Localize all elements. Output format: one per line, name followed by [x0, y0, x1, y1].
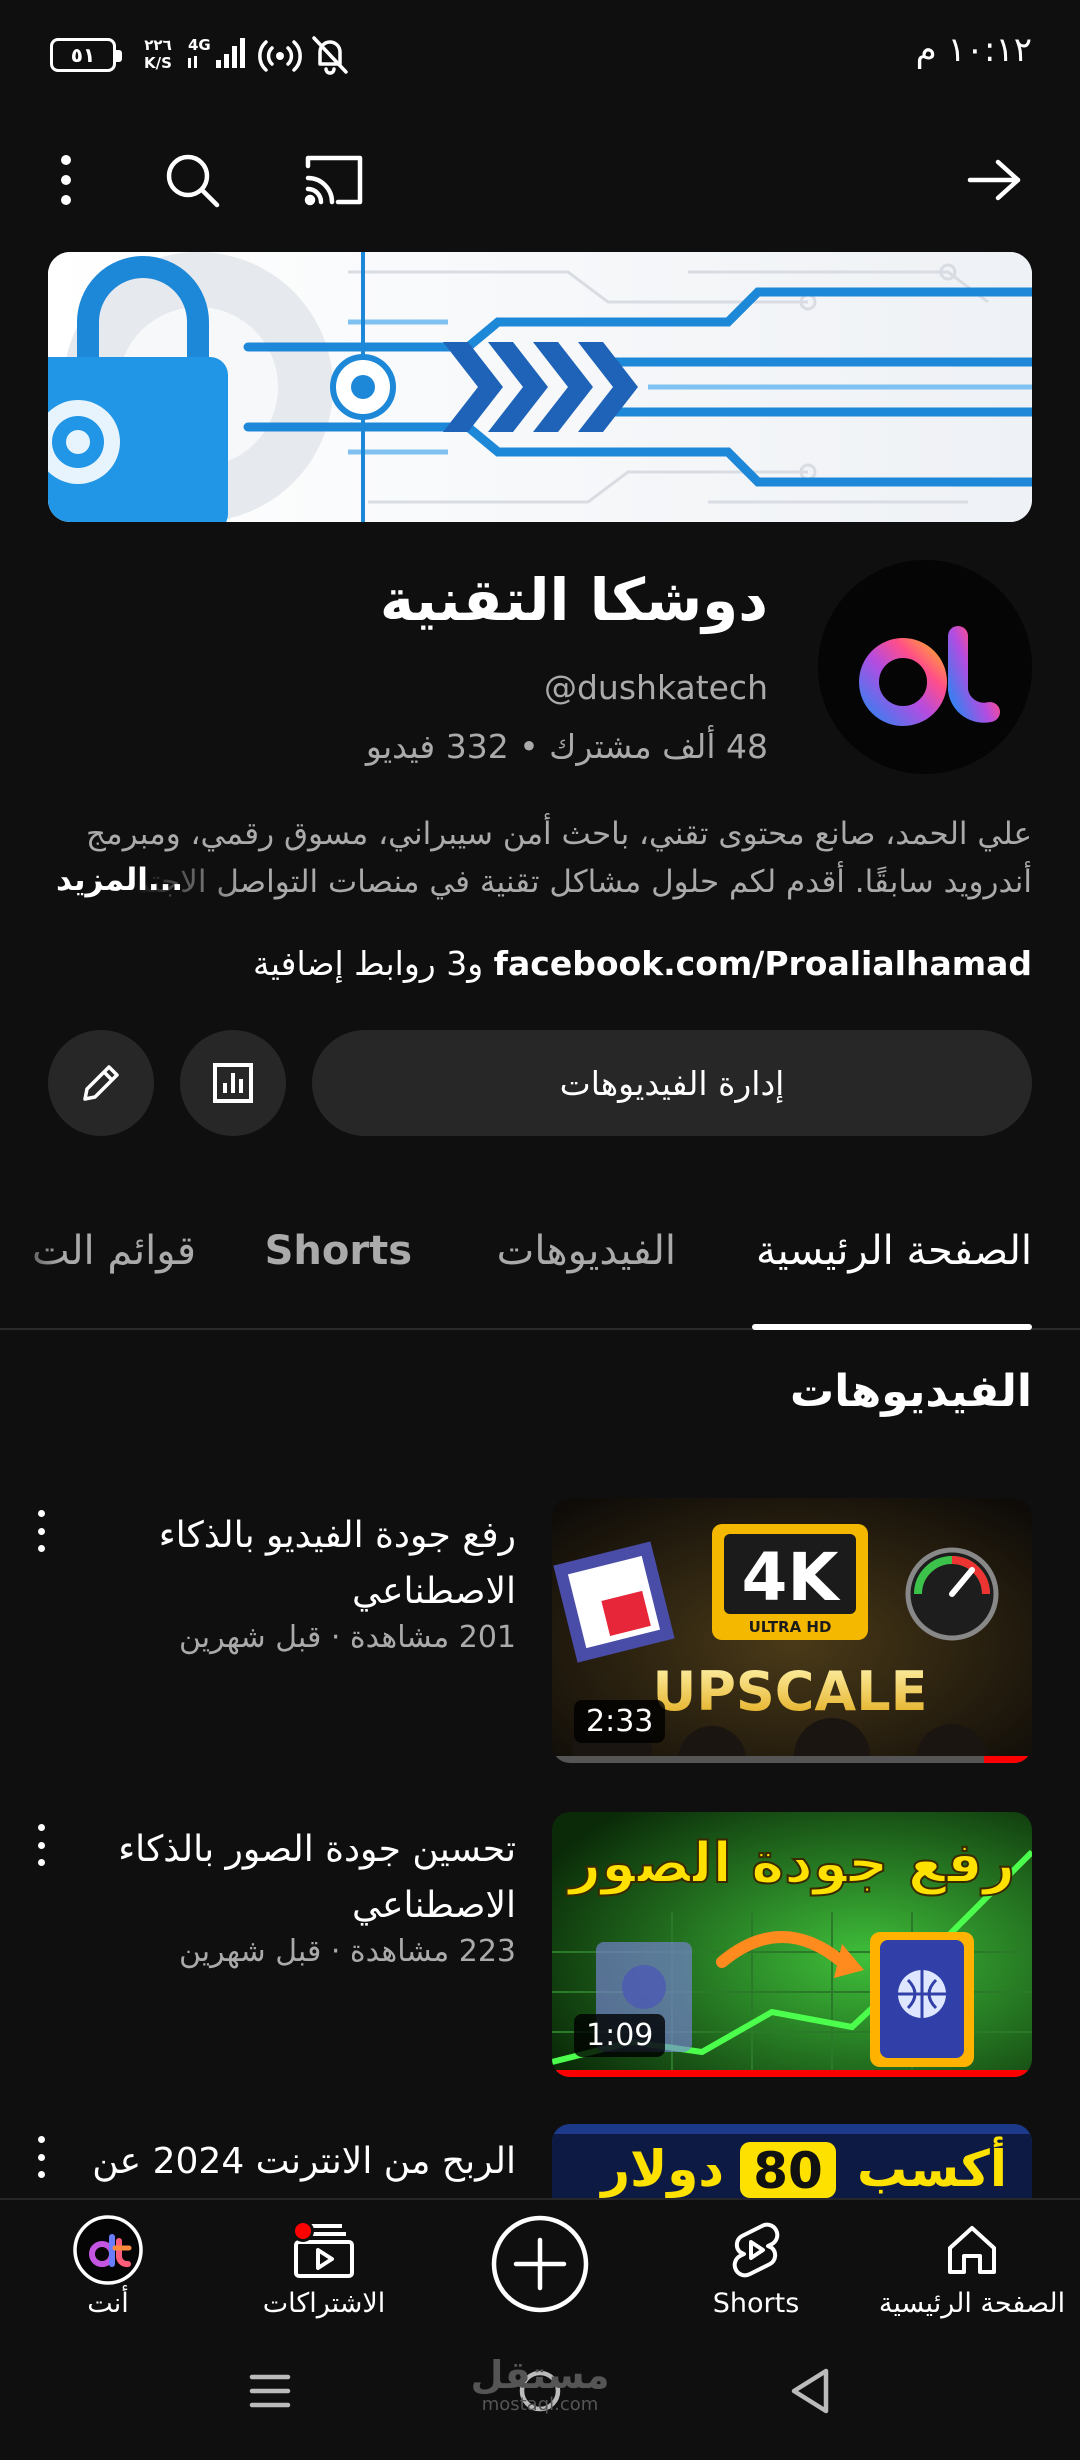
channel-avatar[interactable] — [818, 560, 1032, 774]
video-menu-icon[interactable] — [26, 1820, 56, 1870]
nav-create[interactable] — [440, 2214, 640, 2314]
thumb-text-title: رفع جودة الصور — [566, 1831, 1015, 1896]
top-app-bar — [0, 130, 1080, 230]
video-duration: 2:33 — [574, 1700, 666, 1743]
back-triangle-icon[interactable] — [788, 2365, 832, 2421]
nav-home[interactable]: الصفحة الرئيسية — [872, 2218, 1072, 2319]
watch-progress — [552, 1756, 1032, 1763]
shorts-icon — [732, 2222, 780, 2278]
thumb-text-a: أكسب — [857, 2136, 1007, 2198]
nav-you-label: أنت — [87, 2288, 129, 2319]
system-navigation: مستقل mostaql.com — [0, 2333, 1080, 2460]
watch-progress-fill — [984, 1756, 1032, 1763]
nav-you[interactable]: أنت — [8, 2215, 208, 2319]
video-menu-icon[interactable] — [26, 2132, 56, 2182]
analytics-button[interactable] — [180, 1030, 286, 1136]
channel-links[interactable]: facebook.com/Proalialhamad و3 روابط إضاف… — [253, 944, 1032, 983]
video-item[interactable]: رفع جودة الصور 1:09 تحسين جودة الصور بال… — [0, 1812, 1080, 2082]
video-thumbnail[interactable]: رفع جودة الصور 1:09 — [552, 1812, 1032, 2077]
thumb-text-ultrahd: ULTRA HD — [749, 1618, 832, 1636]
video-menu-icon[interactable] — [26, 1506, 56, 1556]
create-plus-icon — [491, 2215, 589, 2313]
video-thumbnail[interactable]: أكسب 80 دولار — [552, 2124, 1032, 2198]
video-meta: 201 مشاهدة · قبل شهرين — [178, 1620, 516, 1655]
network-speed: ٢٢٦ K/S — [144, 36, 172, 72]
nav-shorts[interactable]: Shorts — [656, 2218, 856, 2319]
tab-home[interactable]: الصفحة الرئيسية — [756, 1228, 1032, 1274]
more-vert-icon[interactable] — [34, 148, 98, 212]
more-link[interactable]: ...المزيد — [48, 856, 244, 904]
recents-icon[interactable] — [248, 2369, 292, 2417]
nav-subscriptions-label: الاشتراكات — [262, 2288, 386, 2319]
video-item[interactable]: 4K ULTRA HD UPSCALE 2:33 رفع جودة الفيدي… — [0, 1498, 1080, 1768]
active-tab-indicator — [752, 1324, 1032, 1330]
cast-icon[interactable] — [302, 148, 366, 212]
status-bar: ٥١ ٢٢٦ K/S 4G ١٠:١٢ م — [0, 0, 1080, 110]
mute-bell-icon — [310, 34, 350, 80]
video-title[interactable]: الربح من الانترنت 2024 عن — [76, 2134, 516, 2190]
nav-shorts-label: Shorts — [712, 2288, 800, 2319]
thumb-text-upscale: UPSCALE — [652, 1660, 927, 1723]
avatar — [73, 2215, 143, 2285]
video-title[interactable]: تحسين جودة الصور بالذكاء الاصطناعي — [76, 1822, 516, 1934]
signal-icon: 4G — [186, 34, 246, 78]
thumb-text-c: دولار — [598, 2140, 724, 2198]
description-line: علي الحمد، صانع محتوى تقني، باحث أمن سيب… — [86, 816, 1032, 852]
bottom-navigation: الصفحة الرئيسية Shorts الاشتراكات أنت — [0, 2198, 1080, 2333]
watch-progress-fill — [552, 2070, 1032, 2077]
channel-link-main[interactable]: facebook.com/Proalialhamad — [494, 944, 1032, 983]
tabs-fade — [0, 1200, 60, 1328]
tab-videos[interactable]: الفيديوهات — [497, 1228, 676, 1274]
tab-shorts[interactable]: Shorts — [265, 1228, 412, 1274]
video-title[interactable]: رفع جودة الفيديو بالذكاء الاصطناعي — [76, 1508, 516, 1620]
analytics-icon — [213, 1063, 253, 1103]
thumb-text-b: 80 — [753, 2142, 823, 2198]
channel-stats: 48 ألف مشترك • 332 فيديو — [365, 727, 768, 766]
thumb-text-4k: 4K — [741, 1539, 841, 1616]
watermark: مستقل mostaql.com — [470, 2353, 610, 2415]
section-title: الفيديوهات — [790, 1366, 1032, 1417]
pencil-icon — [83, 1065, 119, 1101]
channel-link-extra[interactable]: و3 روابط إضافية — [253, 944, 483, 983]
video-thumbnail[interactable]: 4K ULTRA HD UPSCALE 2:33 — [552, 1498, 1032, 1763]
search-icon[interactable] — [160, 148, 224, 212]
manage-videos-button[interactable]: إدارة الفيديوهات — [312, 1030, 1032, 1136]
back-arrow-icon[interactable] — [962, 148, 1026, 212]
edit-channel-button[interactable] — [48, 1030, 154, 1136]
channel-tabs: الصفحة الرئيسية الفيديوهات Shorts قوائم … — [0, 1200, 1080, 1330]
clock: ١٠:١٢ م — [915, 30, 1032, 70]
channel-description[interactable]: علي الحمد، صانع محتوى تقني، باحث أمن سيب… — [48, 810, 1032, 910]
channel-handle: @dushkatech — [543, 668, 768, 707]
nav-subscriptions[interactable]: الاشتراكات — [224, 2218, 424, 2319]
channel-banner — [48, 252, 1032, 522]
hotspot-icon — [258, 36, 302, 80]
video-meta: 223 مشاهدة · قبل شهرين — [178, 1934, 516, 1969]
nav-home-label: الصفحة الرئيسية — [878, 2288, 1066, 2319]
svg-text:4G: 4G — [188, 36, 211, 54]
video-item[interactable]: أكسب 80 دولار الربح من الانترنت 2024 عن — [0, 2124, 1080, 2198]
channel-name: دوشكا التقنية — [379, 566, 768, 634]
home-icon — [948, 2226, 996, 2274]
battery-icon: ٥١ — [50, 38, 122, 72]
watch-progress — [552, 2070, 1032, 2077]
video-duration: 1:09 — [574, 2014, 666, 2057]
notification-dot — [292, 2220, 314, 2242]
